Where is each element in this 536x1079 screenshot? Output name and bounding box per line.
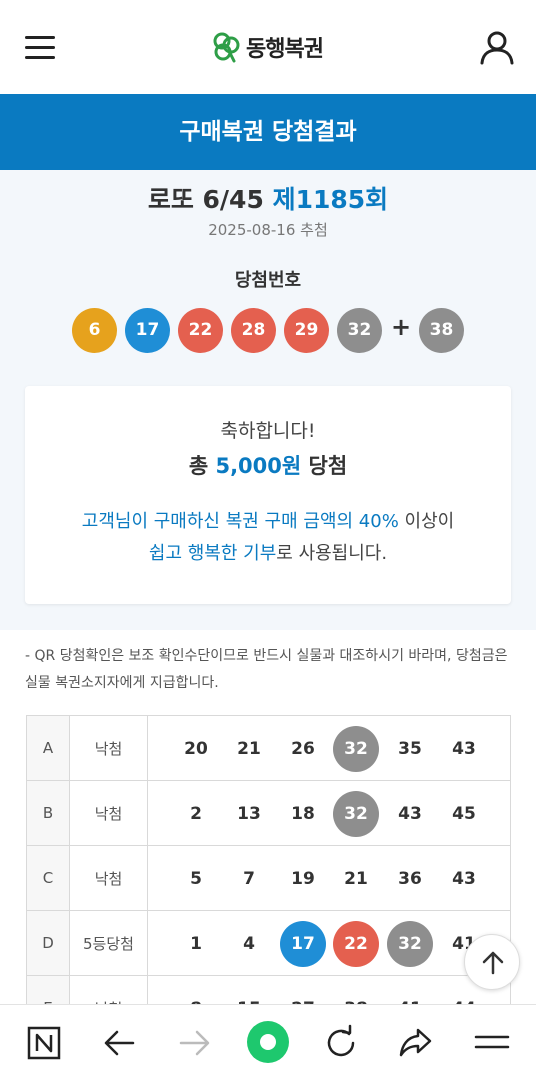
winning-ball: 17: [125, 308, 170, 353]
bonus-ball: 38: [419, 308, 464, 353]
game-label: D: [26, 910, 70, 976]
game-result: 낙첨: [69, 715, 148, 781]
matched-number: 32: [333, 726, 379, 772]
new-tab-icon[interactable]: [24, 1022, 64, 1062]
ticket-number: 43: [452, 869, 476, 889]
game-result: 낙첨: [69, 845, 148, 911]
game-name: 로또 6/45: [147, 185, 264, 214]
ticket-number: 43: [398, 804, 422, 824]
table-row: D 5등당첨 1 4 17 22 32 41: [26, 910, 511, 976]
donation-highlight: 쉽고 행복한 기부: [148, 543, 277, 564]
prize-suffix: 당첨: [308, 454, 348, 478]
round-number: 제1185회: [272, 185, 389, 214]
winning-ball: 29: [284, 308, 329, 353]
result-card: 축하합니다! 총 5,000원 당첨 고객님이 구매하신 복권 구매 금액의 4…: [25, 386, 511, 604]
qr-notice: - QR 당첨확인은 보조 확인수단이므로 반드시 실물과 대조하시기 바라며,…: [25, 648, 508, 691]
donation-text-part: 로 사용됩니다.: [276, 543, 388, 564]
game-numbers: 1 4 17 22 32 41: [147, 910, 511, 976]
prize-prefix: 총: [188, 454, 209, 478]
ticket-number: 4: [243, 934, 255, 954]
prize-text: 총 5,000원 당첨: [25, 450, 511, 480]
table-row: B 낙첨 2 13 18 32 43 45: [26, 780, 511, 846]
draw-date: 2025-08-16 추첨: [208, 221, 328, 239]
ticket-number: 43: [452, 739, 476, 759]
clover-logo-icon: [210, 31, 242, 63]
ticket-number: 1: [190, 934, 202, 954]
ticket-number: 13: [237, 804, 261, 824]
game-result: 5등당첨: [69, 910, 148, 976]
winning-numbers-label: 당첨번호: [234, 270, 302, 291]
game-label: A: [26, 715, 70, 781]
game-numbers: 20 21 26 32 35 43: [147, 715, 511, 781]
hamburger-icon[interactable]: [25, 33, 57, 61]
user-icon[interactable]: [478, 28, 516, 66]
donation-text-part: 이상이: [398, 511, 455, 532]
congrats-text: 축하합니다!: [220, 420, 316, 442]
table-row: C 낙첨 5 7 19 21 36 43: [26, 845, 511, 911]
ticket-number: 19: [291, 869, 315, 889]
matched-number: 17: [280, 921, 326, 967]
winning-ball: 22: [178, 308, 223, 353]
winning-ball: 6: [72, 308, 117, 353]
share-icon[interactable]: [396, 1022, 436, 1062]
page-title: 구매복권 당첨결과: [0, 94, 536, 170]
game-numbers: 2 13 18 32 43 45: [147, 780, 511, 846]
prize-amount: 5,000원: [215, 454, 302, 478]
ticket-number: 45: [452, 804, 476, 824]
ticket-number: 20: [184, 739, 208, 759]
matched-number: 22: [333, 921, 379, 967]
ticket-table: A 낙첨 20 21 26 32 35 43 B 낙첨 2 13 18 32 4…: [26, 715, 511, 1041]
top-header: 동행복권: [0, 0, 536, 94]
back-icon[interactable]: [100, 1022, 140, 1062]
table-row: A 낙첨 20 21 26 32 35 43: [26, 715, 511, 781]
winning-ball: 28: [231, 308, 276, 353]
ticket-number: 5: [190, 869, 202, 889]
matched-number: 32: [387, 921, 433, 967]
more-menu-icon[interactable]: [472, 1022, 512, 1062]
game-result: 낙첨: [69, 780, 148, 846]
page: 동행복권 구매복권 당첨결과 로또 6/45 제1185회 2025-08-16…: [0, 0, 536, 1079]
donation-highlight: 고객님이 구매하신 복권 구매 금액의 40%: [81, 511, 399, 532]
ticket-number: 36: [398, 869, 422, 889]
logo-text: 동행복권: [246, 37, 324, 62]
ticket-number: 21: [344, 869, 368, 889]
matched-number: 32: [333, 791, 379, 837]
arrow-up-icon: [482, 951, 504, 975]
forward-icon[interactable]: [174, 1022, 214, 1062]
ticket-number: 35: [398, 739, 422, 759]
ticket-number: 2: [190, 804, 202, 824]
ticket-number: 26: [291, 739, 315, 759]
game-label: B: [26, 780, 70, 846]
refresh-icon[interactable]: [322, 1022, 362, 1062]
ticket-number: 18: [291, 804, 315, 824]
round-title: 로또 6/45 제1185회: [0, 180, 536, 216]
plus-sign: +: [390, 313, 412, 341]
ticket-number: 7: [243, 869, 255, 889]
browser-toolbar: [0, 1004, 536, 1079]
game-label: C: [26, 845, 70, 911]
ticket-number: 21: [237, 739, 261, 759]
donation-text: 고객님이 구매하신 복권 구매 금액의 40% 이상이 쉽고 행복한 기부로 사…: [25, 506, 511, 570]
scroll-to-top-button[interactable]: [464, 934, 520, 990]
game-numbers: 5 7 19 21 36 43: [147, 845, 511, 911]
home-icon[interactable]: [246, 1020, 290, 1064]
winning-ball: 32: [337, 308, 382, 353]
logo[interactable]: 동행복권: [210, 30, 324, 64]
